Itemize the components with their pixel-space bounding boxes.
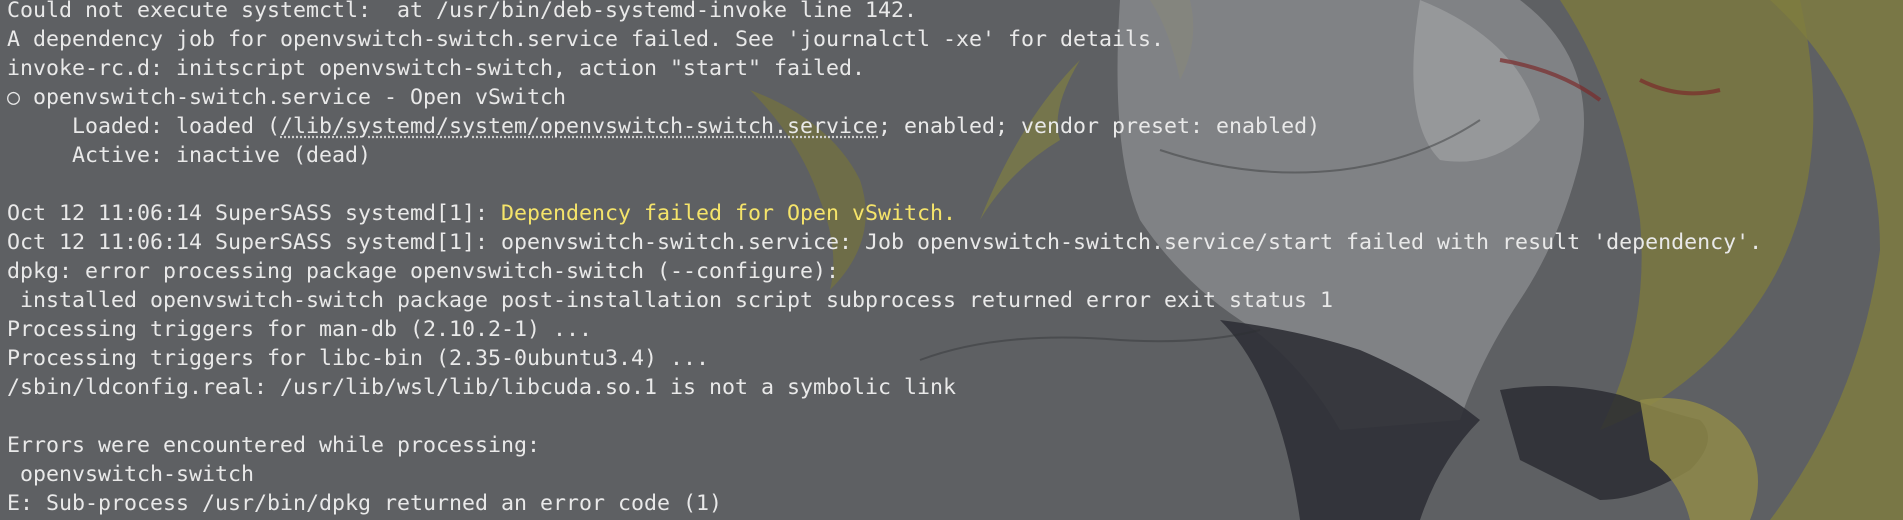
terminal-line: Could not execute systemctl: at /usr/bin… [7,0,918,23]
terminal-line: Processing triggers for libc-bin (2.35-0… [7,346,710,371]
terminal-line: ○ openvswitch-switch.service - Open vSwi… [7,85,567,110]
terminal-line: dpkg: error processing package openvswit… [7,259,840,284]
terminal-line: invoke-rc.d: initscript openvswitch-swit… [7,56,866,81]
terminal-line: /sbin/ldconfig.real: /usr/lib/wsl/lib/li… [7,375,957,400]
highlighted-message: Dependency failed for Open vSwitch. [501,201,957,226]
terminal-line: A dependency job for openvswitch-switch.… [7,27,1165,52]
terminal-line-loaded: Loaded: loaded (/lib/systemd/system/open… [7,112,1903,141]
loaded-prefix: Loaded: loaded ( [7,114,281,139]
terminal-line: Oct 12 11:06:14 SuperSASS systemd[1]: op… [7,230,1763,255]
terminal-line: Active: inactive (dead) [7,143,372,168]
terminal-line: Processing triggers for man-db (2.10.2-1… [7,317,593,342]
log-prefix: Oct 12 11:06:14 SuperSASS systemd[1]: [7,201,502,226]
unit-file-link[interactable]: /lib/systemd/system/openvswitch-switch.s… [280,114,878,139]
loaded-suffix: ; enabled; vendor preset: enabled) [878,114,1321,139]
terminal-line: openvswitch-switch [7,462,255,487]
terminal-output[interactable]: Could not execute systemctl: at /usr/bin… [0,0,1903,520]
terminal-line: Errors were encountered while processing… [7,433,541,458]
terminal-line: E: Sub-process /usr/bin/dpkg returned an… [7,491,723,516]
terminal-line-dependency: Oct 12 11:06:14 SuperSASS systemd[1]: De… [7,199,1903,228]
terminal-line: installed openvswitch-switch package pos… [7,288,1334,313]
